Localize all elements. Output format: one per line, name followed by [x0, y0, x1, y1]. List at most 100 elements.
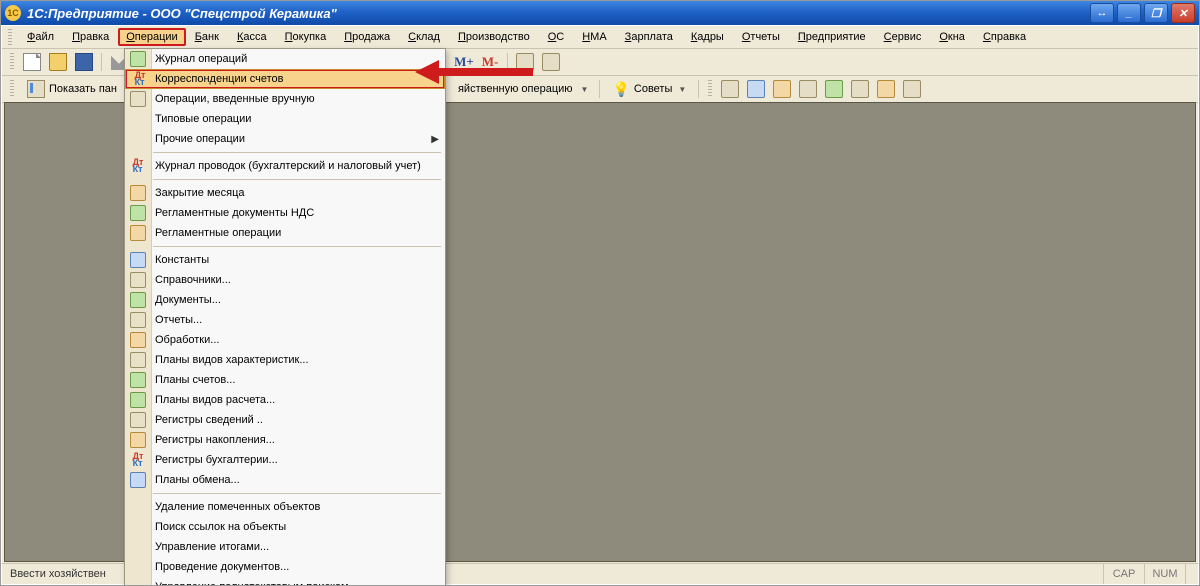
quick-icon-1[interactable]	[718, 77, 742, 101]
toolbar-grip[interactable]	[10, 80, 14, 98]
menu-item-label: Регистры бухгалтерии...	[155, 454, 278, 466]
save-icon	[75, 53, 93, 71]
menu-отчеты[interactable]: Отчеты	[733, 28, 789, 46]
menu-файл[interactable]: Файл	[18, 28, 63, 46]
dropdown-item[interactable]: Планы обмена...	[125, 470, 445, 490]
menu-item-label: Константы	[155, 254, 209, 266]
status-num: NUM	[1144, 564, 1185, 584]
minimize-button[interactable]: _	[1117, 3, 1141, 23]
dropdown-item[interactable]: Константы	[125, 250, 445, 270]
chevron-down-icon[interactable]: ▼	[581, 85, 589, 94]
toolbar-grip[interactable]	[10, 53, 14, 71]
menu-предприятие[interactable]: Предприятие	[789, 28, 875, 46]
dropdown-item[interactable]: Поиск ссылок на объекты	[125, 517, 445, 537]
submenu-arrow-icon: ▶	[431, 134, 439, 145]
menu-item-label: Планы видов расчета...	[155, 394, 275, 406]
menu-справка[interactable]: Справка	[974, 28, 1035, 46]
title-bar: 1C 1С:Предприятие - ООО "Спецстрой Керам…	[1, 1, 1199, 26]
toolbar-grip[interactable]	[8, 29, 12, 45]
generic-icon	[903, 80, 921, 98]
menu-зарплата[interactable]: Зарплата	[616, 28, 682, 46]
menu-правка[interactable]: Правка	[63, 28, 118, 46]
menu-item-label: Корреспонденции счетов	[155, 73, 284, 85]
quick-icon-2[interactable]	[744, 77, 768, 101]
dropdown-item[interactable]: Обработки...	[125, 330, 445, 350]
dropdown-item[interactable]: Управление полнотекстовым поиском	[125, 577, 445, 586]
menu-item-icon	[130, 332, 146, 348]
menu-item-icon	[130, 392, 146, 408]
dropdown-item[interactable]: ДтКтКорреспонденции счетов	[125, 69, 445, 89]
new-file-icon	[23, 53, 41, 71]
dropdown-item[interactable]: ДтКтРегистры бухгалтерии...	[125, 450, 445, 470]
quick-icon-5[interactable]	[822, 77, 846, 101]
menu-сервис[interactable]: Сервис	[875, 28, 931, 46]
dropdown-item[interactable]: Типовые операции	[125, 109, 445, 129]
tool-extra-2[interactable]	[539, 50, 563, 74]
dropdown-item[interactable]: Планы видов характеристик...	[125, 350, 445, 370]
dropdown-item[interactable]: Проведение документов...	[125, 557, 445, 577]
separator	[599, 80, 600, 98]
menu-ос[interactable]: ОС	[539, 28, 574, 46]
quick-icon-7[interactable]	[874, 77, 898, 101]
menu-нма[interactable]: НМА	[573, 28, 615, 46]
quick-icon-8[interactable]	[900, 77, 924, 101]
menu-покупка[interactable]: Покупка	[276, 28, 336, 46]
menu-item-icon	[130, 579, 146, 586]
dropdown-item[interactable]: Прочие операции▶	[125, 129, 445, 149]
menu-производство[interactable]: Производство	[449, 28, 539, 46]
hoz-op-tail-label: яйственную операцию	[458, 83, 573, 95]
dropdown-item[interactable]: Журнал операций	[125, 49, 445, 69]
separator	[698, 80, 699, 98]
dropdown-item[interactable]: Регистры накопления...	[125, 430, 445, 450]
dropdown-item[interactable]: Отчеты...	[125, 310, 445, 330]
toolbar-grip[interactable]	[708, 80, 712, 98]
dropdown-item[interactable]: Регламентные операции	[125, 223, 445, 243]
quick-icon-6[interactable]	[848, 77, 872, 101]
quick-icon-4[interactable]	[796, 77, 820, 101]
open-file-button[interactable]	[46, 50, 70, 74]
dropdown-item[interactable]: Справочники...	[125, 270, 445, 290]
menu-bar: ФайлПравкаОперацииБанкКассаПокупкаПродаж…	[2, 26, 1198, 49]
new-file-button[interactable]	[20, 50, 44, 74]
menu-операции[interactable]: Операции	[118, 28, 185, 46]
dropdown-item[interactable]: Документы...	[125, 290, 445, 310]
dropdown-item[interactable]: Удаление помеченных объектов	[125, 497, 445, 517]
dropdown-item[interactable]: Планы видов расчета...	[125, 390, 445, 410]
mem-plus-button[interactable]: М+	[452, 50, 476, 74]
menu-касса[interactable]: Касса	[228, 28, 276, 46]
menu-окна[interactable]: Окна	[930, 28, 974, 46]
operations-dropdown: Журнал операцийДтКтКорреспонденции счето…	[124, 48, 446, 586]
menu-склад[interactable]: Склад	[399, 28, 449, 46]
app-frame: ФайлПравкаОперацииБанкКассаПокупкаПродаж…	[1, 25, 1199, 585]
maximize-button[interactable]: ❐	[1144, 3, 1168, 23]
dropdown-item[interactable]: Управление итогами...	[125, 537, 445, 557]
menu-продажа[interactable]: Продажа	[335, 28, 399, 46]
window-buttons: ↔ _ ❐ ✕	[1090, 3, 1195, 23]
window-title: 1С:Предприятие - ООО "Спецстрой Керамика…	[27, 6, 1090, 21]
menu-банк[interactable]: Банк	[186, 28, 228, 46]
dropdown-item[interactable]: Планы счетов...	[125, 370, 445, 390]
menu-item-icon	[130, 372, 146, 388]
dropdown-separator	[153, 179, 441, 180]
save-button[interactable]	[72, 50, 96, 74]
menu-item-label: Регистры сведений ..	[155, 414, 263, 426]
sync-button[interactable]: ↔	[1090, 3, 1114, 23]
dropdown-item[interactable]: Регламентные документы НДС	[125, 203, 445, 223]
mem-minus-button[interactable]: М-	[478, 50, 502, 74]
m-minus-icon: М-	[482, 54, 499, 70]
advices-button[interactable]: 💡 Советы ▼	[605, 76, 693, 102]
separator	[101, 53, 102, 71]
menu-кадры[interactable]: Кадры	[682, 28, 733, 46]
menu-item-icon	[130, 185, 146, 201]
quick-icon-3[interactable]	[770, 77, 794, 101]
generic-icon	[851, 80, 869, 98]
dropdown-item[interactable]: ДтКтЖурнал проводок (бухгалтерский и нал…	[125, 156, 445, 176]
panel-icon	[27, 80, 45, 98]
dropdown-item[interactable]: Закрытие месяца	[125, 183, 445, 203]
tool-extra-1[interactable]	[513, 50, 537, 74]
close-button[interactable]: ✕	[1171, 3, 1195, 23]
show-panel-button[interactable]: Показать пан	[20, 76, 124, 102]
dropdown-item[interactable]: Регистры сведений ..	[125, 410, 445, 430]
dropdown-item[interactable]: Операции, введенные вручную	[125, 89, 445, 109]
menu-item-icon	[130, 472, 146, 488]
